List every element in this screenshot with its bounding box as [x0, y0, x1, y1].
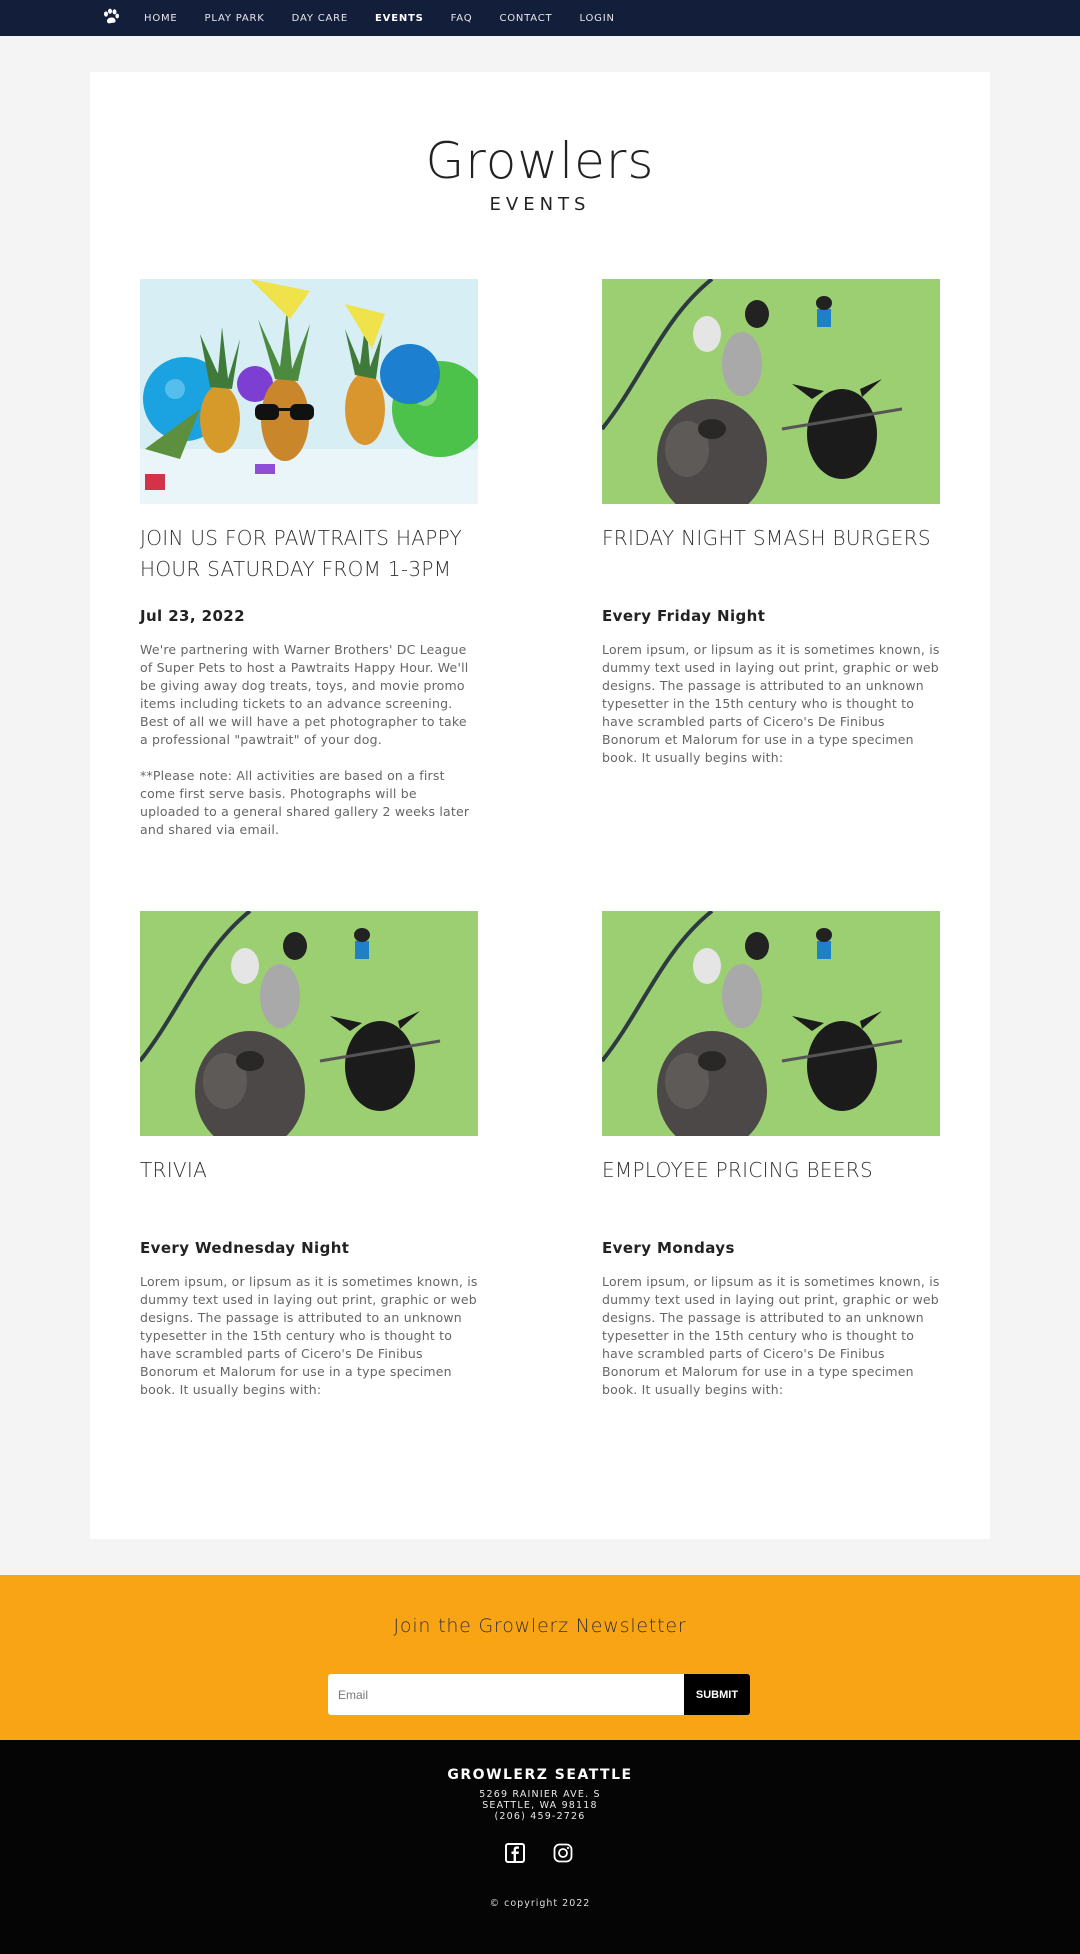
nav-link-faq[interactable]: FAQ — [451, 13, 473, 24]
event-title: TRIVIA — [140, 1158, 208, 1182]
nav-link-contact[interactable]: CONTACT — [499, 13, 552, 24]
newsletter-title: Join the Growlerz Newsletter — [393, 1615, 687, 1637]
party-pineapples-photo — [140, 279, 478, 504]
event-card: EMPLOYEE PRICING BEERS Every Mondays Lor… — [602, 911, 940, 1399]
footer-phone: (206) 459-2726 — [494, 1811, 586, 1822]
copyright: © copyright 2022 — [489, 1898, 591, 1909]
nav-link-events[interactable]: EVENTS — [375, 13, 424, 24]
facebook-icon[interactable] — [505, 1843, 525, 1863]
event-description: We're partnering with Warner Brothers' D… — [140, 642, 470, 837]
footer-business-name: GROWLERZ SEATTLE — [447, 1767, 633, 1783]
nav-link-play-park[interactable]: PLAY PARK — [205, 13, 265, 24]
event-description: Lorem ipsum, or lipsum as it is sometime… — [140, 1274, 478, 1397]
event-title: JOIN US FOR PAWTRAITS HAPPY HOUR SATURDA… — [140, 526, 463, 581]
dogs-on-turf-photo — [140, 911, 478, 1136]
event-date: Every Wednesday Night — [140, 1239, 350, 1257]
events-card: Growlers EVENTS JOIN US FOR PAWTRAITS HA… — [90, 72, 990, 1539]
instagram-icon[interactable] — [553, 1843, 573, 1863]
footer: GROWLERZ SEATTLE 5269 RAINIER AVE. S SEA… — [0, 1740, 1080, 1954]
event-title: FRIDAY NIGHT SMASH BURGERS — [602, 526, 931, 550]
nav-links: HOME PLAY PARK DAY CARE EVENTS FAQ CONTA… — [144, 0, 642, 36]
page-subtitle: EVENTS — [489, 194, 591, 215]
newsletter-section: Join the Growlerz Newsletter SUBMIT — [0, 1575, 1080, 1740]
event-date: Every Friday Night — [602, 607, 766, 625]
top-nav: HOME PLAY PARK DAY CARE EVENTS FAQ CONTA… — [0, 0, 1080, 36]
paw-icon[interactable] — [101, 7, 121, 27]
footer-address-line1: 5269 RAINIER AVE. S — [479, 1789, 601, 1800]
event-description: Lorem ipsum, or lipsum as it is sometime… — [602, 642, 940, 765]
event-date: Jul 23, 2022 — [140, 607, 245, 625]
nav-link-home[interactable]: HOME — [144, 13, 178, 24]
submit-button[interactable]: SUBMIT — [684, 1674, 750, 1715]
event-description: Lorem ipsum, or lipsum as it is sometime… — [602, 1274, 940, 1397]
footer-address-line2: SEATTLE, WA 98118 — [482, 1800, 598, 1811]
event-card: TRIVIA Every Wednesday Night Lorem ipsum… — [140, 911, 478, 1399]
event-date: Every Mondays — [602, 1239, 735, 1257]
dogs-on-turf-photo — [602, 911, 940, 1136]
page-title: Growlers — [425, 132, 655, 190]
email-field[interactable] — [328, 1674, 684, 1715]
dogs-on-turf-photo — [602, 279, 940, 504]
nav-link-login[interactable]: LOGIN — [579, 13, 614, 24]
event-card: FRIDAY NIGHT SMASH BURGERS Every Friday … — [602, 279, 940, 767]
event-card: JOIN US FOR PAWTRAITS HAPPY HOUR SATURDA… — [140, 279, 478, 839]
event-title: EMPLOYEE PRICING BEERS — [602, 1158, 873, 1182]
social-icons — [505, 1843, 575, 1865]
nav-link-day-care[interactable]: DAY CARE — [292, 13, 348, 24]
